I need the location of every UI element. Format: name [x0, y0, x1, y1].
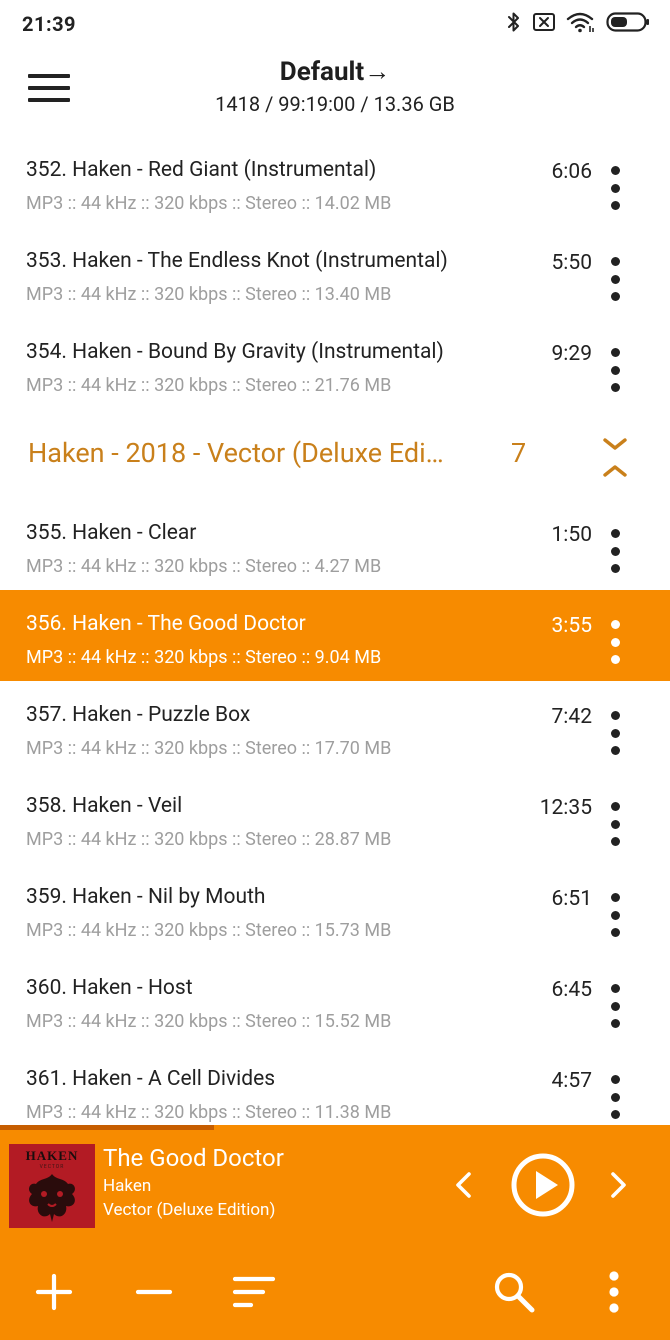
track-row-playing[interactable]: 356. Haken - The Good Doctor MP3 :: 44 k…	[0, 590, 670, 681]
track-row[interactable]: 355. Haken - Clear MP3 :: 44 kHz :: 320 …	[0, 499, 670, 590]
track-title: 360. Haken - Host	[26, 976, 193, 1000]
track-info: MP3 :: 44 kHz :: 320 kbps :: Stereo :: 1…	[26, 1011, 392, 1032]
track-duration: 12:35	[539, 796, 592, 820]
track-title: 359. Haken - Nil by Mouth	[26, 885, 266, 909]
track-duration: 4:57	[551, 1069, 593, 1093]
track-title: 352. Haken - Red Giant (Instrumental)	[26, 158, 377, 182]
add-icon[interactable]	[32, 1270, 76, 1314]
album-art-band: HAKEN	[25, 1148, 79, 1163]
playlist-title[interactable]: Default→	[0, 56, 670, 87]
track-duration: 6:45	[551, 978, 593, 1002]
track-info: MP3 :: 44 kHz :: 320 kbps :: Stereo :: 9…	[26, 647, 382, 668]
more-vert-icon[interactable]	[600, 529, 630, 573]
inkblot-icon	[29, 1174, 75, 1222]
now-playing-artist: Haken	[103, 1176, 152, 1196]
track-info: MP3 :: 44 kHz :: 320 kbps :: Stereo :: 1…	[26, 1102, 392, 1123]
track-duration: 6:06	[551, 160, 593, 184]
more-vert-icon[interactable]	[600, 893, 630, 937]
track-duration: 3:55	[551, 614, 593, 638]
track-title: 358. Haken - Veil	[26, 794, 183, 818]
play-icon[interactable]	[510, 1152, 576, 1218]
more-vert-icon[interactable]	[600, 257, 630, 301]
status-time: 21:39	[22, 12, 77, 36]
track-row[interactable]: 361. Haken - A Cell Divides MP3 :: 44 kH…	[0, 1045, 670, 1130]
track-duration: 5:50	[551, 251, 593, 275]
search-icon[interactable]	[492, 1270, 536, 1314]
status-icons	[506, 10, 650, 34]
track-row[interactable]: 359. Haken - Nil by Mouth MP3 :: 44 kHz …	[0, 863, 670, 954]
now-playing-album: Vector (Deluxe Edition)	[103, 1200, 276, 1220]
track-info: MP3 :: 44 kHz :: 320 kbps :: Stereo :: 1…	[26, 738, 392, 759]
track-title: 361. Haken - A Cell Divides	[26, 1067, 276, 1091]
track-row[interactable]: 353. Haken - The Endless Knot (Instrumen…	[0, 227, 670, 318]
more-vert-icon[interactable]	[600, 1075, 630, 1119]
album-group-count: 7	[511, 437, 527, 469]
more-vert-icon[interactable]	[600, 166, 630, 210]
playlist-stats: 1418 / 99:19:00 / 13.36 GB	[215, 92, 455, 116]
track-info: MP3 :: 44 kHz :: 320 kbps :: Stereo :: 4…	[26, 556, 382, 577]
now-playing-panel: HAKEN VECTOR The Good Doctor Haken Vecto…	[0, 1130, 670, 1340]
more-vert-icon[interactable]	[600, 620, 630, 664]
track-duration: 1:50	[551, 523, 593, 547]
remove-icon[interactable]	[132, 1270, 176, 1314]
track-duration: 9:29	[551, 342, 593, 366]
track-title: 357. Haken - Puzzle Box	[26, 703, 251, 727]
track-title: 354. Haken - Bound By Gravity (Instrumen…	[26, 340, 444, 364]
album-art[interactable]: HAKEN VECTOR	[9, 1144, 95, 1228]
track-duration: 7:42	[551, 705, 593, 729]
track-row[interactable]: 354. Haken - Bound By Gravity (Instrumen…	[0, 318, 670, 409]
track-title: 353. Haken - The Endless Knot (Instrumen…	[26, 249, 448, 273]
track-info: MP3 :: 44 kHz :: 320 kbps :: Stereo :: 2…	[26, 829, 392, 850]
track-info: MP3 :: 44 kHz :: 320 kbps :: Stereo :: 2…	[26, 375, 392, 396]
track-info: MP3 :: 44 kHz :: 320 kbps :: Stereo :: 1…	[26, 193, 392, 214]
album-group-title: Haken - 2018 - Vector (Deluxe Edi…	[28, 437, 444, 469]
track-row[interactable]: 360. Haken - Host MP3 :: 44 kHz :: 320 k…	[0, 954, 670, 1045]
more-vert-icon[interactable]	[600, 711, 630, 755]
track-info: MP3 :: 44 kHz :: 320 kbps :: Stereo :: 1…	[26, 920, 392, 941]
wifi-icon	[566, 12, 594, 33]
track-info: MP3 :: 44 kHz :: 320 kbps :: Stereo :: 1…	[26, 284, 392, 305]
track-title: 356. Haken - The Good Doctor	[26, 612, 306, 636]
collapse-icon[interactable]	[600, 435, 630, 481]
no-sim-icon	[533, 13, 555, 31]
track-list[interactable]: 352. Haken - Red Giant (Instrumental) MP…	[0, 136, 670, 1130]
track-row[interactable]: 358. Haken - Veil MP3 :: 44 kHz :: 320 k…	[0, 772, 670, 863]
more-vert-icon[interactable]	[600, 802, 630, 846]
more-vert-icon[interactable]	[600, 984, 630, 1028]
next-icon[interactable]	[600, 1168, 634, 1202]
previous-icon[interactable]	[448, 1168, 482, 1202]
track-row[interactable]: 357. Haken - Puzzle Box MP3 :: 44 kHz ::…	[0, 681, 670, 772]
more-vert-icon[interactable]	[600, 348, 630, 392]
now-playing-title: The Good Doctor	[103, 1144, 284, 1172]
status-bar: 21:39	[0, 0, 670, 48]
bluetooth-icon	[508, 12, 519, 32]
track-row[interactable]: 352. Haken - Red Giant (Instrumental) MP…	[0, 136, 670, 227]
more-vert-icon[interactable]	[592, 1270, 636, 1314]
battery-icon	[606, 12, 649, 32]
sort-icon[interactable]	[232, 1270, 276, 1314]
app-header: Default→ 1418 / 99:19:00 / 13.36 GB	[0, 48, 670, 134]
track-duration: 6:51	[551, 887, 593, 911]
album-group-header[interactable]: Haken - 2018 - Vector (Deluxe Edi… 7	[0, 411, 670, 501]
track-title: 355. Haken - Clear	[26, 521, 197, 545]
